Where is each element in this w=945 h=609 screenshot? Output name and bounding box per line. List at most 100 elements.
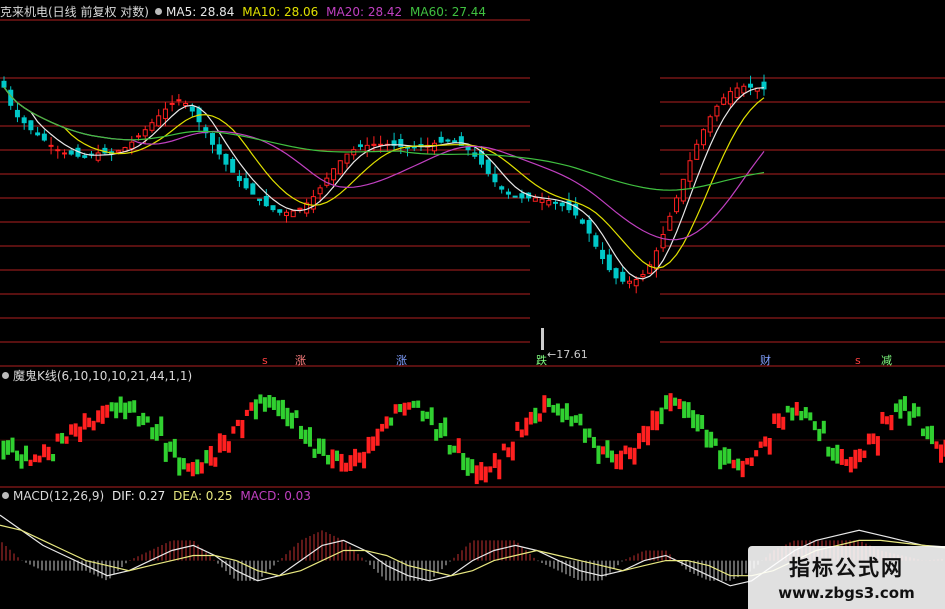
indicator-bar [893,403,898,413]
indicator-bar [758,441,763,448]
indicator-bar [141,412,146,426]
indicator-bar [15,450,20,461]
indicator-bar [159,416,164,436]
indicator-bar [154,424,159,441]
settings-dot-icon[interactable] [155,8,162,15]
indicator-bar [609,450,614,463]
indicator-bar [456,438,461,454]
candle-body [331,168,337,181]
indicator-bar [6,440,10,455]
candle-body [694,143,700,160]
indicator-bar [109,402,114,412]
indicator-bar [939,444,943,463]
dea-value: DEA: 0.25 [173,489,233,503]
candle-body [667,215,673,231]
candle-body [687,160,693,182]
indicator-bar [925,426,930,440]
indicator-bar [826,446,831,457]
indicator-bar [628,447,632,460]
indicator-bar [546,398,551,408]
stock-chart [0,19,945,587]
indicator-bar [339,453,344,472]
indicator-bar [713,438,718,446]
candle-body [136,135,142,138]
watermark-url: www.zbgs3.com [778,584,915,602]
candle-body [653,250,659,270]
macd-value: MACD: 0.03 [240,489,311,503]
indicator-bar [348,455,353,471]
indicator-bar [100,405,105,424]
indicator-bar [591,436,596,448]
candle-body [553,201,559,204]
indicator-bar [817,428,822,442]
indicator-bar [470,459,475,474]
candle-body [452,140,458,143]
candle-body [741,85,747,94]
indicator-bar [528,411,533,425]
indicator-bar [91,420,96,431]
indicator-bar [280,399,285,420]
indicator-bar [217,433,222,453]
candle-body [458,136,464,146]
marker-fall: 跌 [536,354,547,367]
macd-dot-icon[interactable] [2,492,9,499]
indicator-bar [754,450,759,457]
indicator-bar [745,458,750,465]
candle-body [270,205,276,211]
indicator-bar [736,458,741,471]
indicator-bar [920,428,925,437]
candle-body [41,133,47,141]
indicator-bar [344,462,349,472]
indicator-bar [483,466,488,483]
indicator-bar [569,416,574,427]
ma5-value: MA5: 28.84 [166,5,235,19]
candle-body [579,219,585,224]
indicator-bar [398,404,403,413]
candle-body [626,280,632,284]
indicator-bar [934,441,939,449]
candle-body [216,144,222,155]
indicator-dot-icon[interactable] [2,372,9,379]
ma60-value: MA60: 27.44 [410,5,487,19]
ma10-value: MA10: 28.06 [242,5,319,19]
indicator-bar [830,447,835,461]
indicator-bar [317,438,321,454]
candle-body [593,235,599,247]
candle-body [283,211,289,217]
indicator-bar [461,453,466,471]
indicator-bar [799,410,804,421]
indicator-bar [637,433,642,449]
indicator-bar [862,450,867,458]
indicator-bar [416,400,421,408]
candle-body [236,175,242,182]
indicator-bar [123,402,128,420]
indicator-bar [555,403,560,416]
indicator-bar [55,433,60,442]
indicator-bar [929,425,934,445]
candle-body [183,102,189,107]
indicator-bar [253,399,258,420]
indicator-bar [411,400,416,408]
candle-body [613,268,619,279]
indicator-bar [276,400,281,417]
indicator-bar [190,461,195,477]
indicator-bar [794,402,799,416]
indicator-bar [641,425,646,443]
indicator-bar [222,434,227,452]
indicator-bar [357,452,362,463]
indicator-bar [907,411,912,426]
candle-body [546,199,552,206]
indicator-bar [96,410,101,423]
indicator-bar [380,423,385,432]
indicator-bar [781,416,786,430]
indicator-bar [163,442,168,462]
indicator-bar [132,400,137,413]
main-header: 克来机电(日线 前复权 对数) MA5: 28.84 MA10: 28.06 MA… [0,4,490,20]
indicator-bar [1,440,6,460]
candle-body [499,186,505,190]
candle-body [209,132,215,145]
indicator-bar [691,410,696,429]
marker-rise-1: 涨 [295,354,306,367]
indicator-bar [871,433,876,445]
candle-body [55,149,61,152]
